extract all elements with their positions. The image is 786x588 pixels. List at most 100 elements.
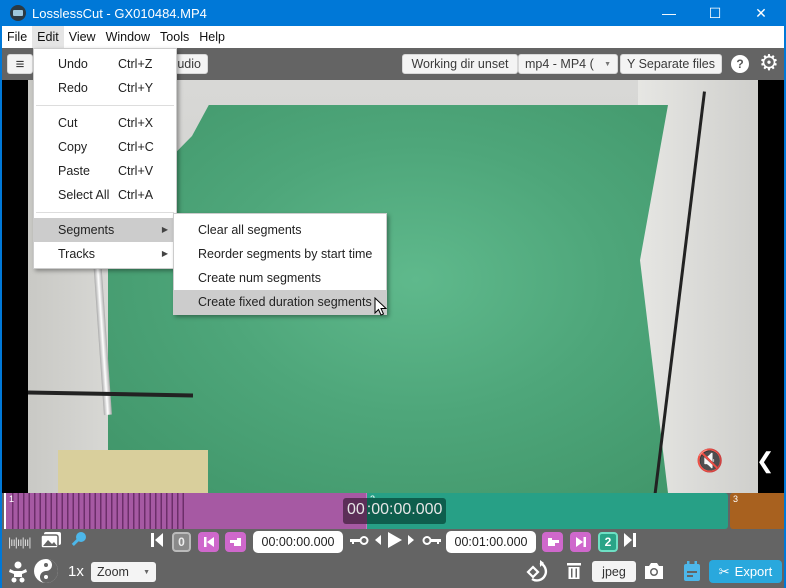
close-button[interactable]: ✕ — [738, 0, 784, 26]
mouse-cursor-icon — [374, 297, 388, 316]
window-title: LosslessCut - GX010484.MP4 — [32, 5, 207, 21]
menu-item-select-all[interactable]: Select All Ctrl+A — [34, 183, 176, 207]
chevron-down-icon: ▼ — [604, 60, 611, 68]
menu-item-segments[interactable]: Segments ▶ — [34, 218, 176, 242]
minimize-button[interactable]: — — [646, 0, 692, 26]
cut-start-time-input[interactable]: 00:00:00.000 — [253, 531, 343, 553]
keyframe-key-icon[interactable] — [69, 531, 87, 555]
output-format-value: mp4 - MP4 ( — [525, 57, 594, 71]
maximize-button[interactable]: ☐ — [692, 0, 738, 26]
jump-to-segment-end-button[interactable] — [570, 532, 591, 552]
zoom-select[interactable]: Zoom ▼ — [91, 562, 156, 582]
bottom-toolbar: 1x Zoom ▼ jpeg ✂ Export — [2, 556, 784, 588]
capture-format-select[interactable]: jpeg — [592, 561, 636, 582]
camera-icon[interactable] — [643, 562, 665, 586]
chevron-down-icon: ▼ — [143, 568, 150, 576]
current-time-display: 00:00:00.000 — [343, 498, 447, 524]
menu-item-label: Segments — [58, 223, 115, 237]
menu-item-label: Select All — [58, 188, 110, 202]
menu-window[interactable]: Window — [101, 26, 155, 48]
simple-mode-baby-icon[interactable] — [8, 561, 28, 588]
menu-file[interactable]: File — [2, 26, 32, 48]
menu-item-accelerator: Ctrl+Y — [118, 81, 154, 95]
menu-item-undo[interactable]: Undo Ctrl+Z — [34, 52, 176, 76]
menu-item-label: Undo — [58, 57, 88, 71]
set-cut-start-button[interactable] — [225, 532, 246, 552]
yin-yang-icon[interactable] — [33, 558, 59, 588]
previous-frame-icon[interactable] — [373, 531, 383, 555]
gear-icon[interactable]: ⚙ — [758, 52, 780, 74]
window-controls: — ☐ ✕ — [646, 0, 784, 26]
menu-bar: File Edit View Window Tools Help — [2, 26, 784, 48]
submenu-arrow-icon: ▶ — [161, 225, 168, 234]
play-icon[interactable] — [386, 530, 404, 556]
menu-item-label: Tracks — [58, 247, 96, 261]
menu-item-cut[interactable]: Cut Ctrl+X — [34, 111, 176, 135]
menu-separator — [36, 105, 174, 106]
menu-item-create-num-segments[interactable]: Create num segments — [174, 266, 386, 290]
menu-item-clear-all-segments[interactable]: Clear all segments — [174, 218, 386, 242]
menu-item-reorder-segments[interactable]: Reorder segments by start time — [174, 242, 386, 266]
export-button[interactable]: ✂ Export — [709, 560, 782, 583]
zoom-level: 1x — [68, 563, 84, 580]
menu-item-label: Cut — [58, 116, 78, 130]
thumbnails-icon[interactable] — [40, 531, 62, 549]
menu-item-create-fixed-duration-segments[interactable]: Create fixed duration segments — [174, 290, 386, 314]
working-dir-button[interactable]: Working dir unset — [402, 54, 518, 74]
keyframe-markers — [8, 493, 184, 529]
timeline[interactable]: 1 2 3 00:00:00.000 — [2, 493, 784, 530]
next-frame-icon[interactable] — [406, 531, 416, 555]
segment-list-toggle-button[interactable]: ≡ — [7, 54, 33, 74]
menu-view[interactable]: View — [64, 26, 101, 48]
timeline-segment-1[interactable]: 1 — [4, 493, 366, 529]
video-table — [58, 450, 208, 493]
jump-to-segment-start-button[interactable] — [198, 532, 219, 552]
segment-number: 3 — [733, 494, 739, 504]
mute-icon[interactable]: 🔇 — [696, 448, 723, 474]
menu-item-accelerator: Ctrl+C — [118, 140, 154, 154]
menu-item-accelerator: Ctrl+V — [118, 164, 154, 178]
trash-icon[interactable] — [566, 562, 582, 586]
menu-item-paste[interactable]: Paste Ctrl+V — [34, 159, 176, 183]
timeline-segment-3[interactable]: 3 — [730, 493, 784, 529]
menu-separator — [36, 212, 174, 213]
rotate-icon[interactable] — [526, 560, 550, 588]
menu-item-accelerator: Ctrl+Z — [118, 57, 153, 71]
waveform-icon[interactable]: |ıı|ıı|ıı| — [8, 532, 32, 552]
cut-end-time-input[interactable]: 00:01:00.000 — [446, 531, 536, 553]
menu-item-tracks[interactable]: Tracks ▶ — [34, 242, 176, 266]
next-keyframe-icon[interactable] — [422, 531, 442, 555]
jump-to-end-icon[interactable] — [623, 531, 637, 555]
menu-tools[interactable]: Tools — [155, 26, 194, 48]
previous-keyframe-icon[interactable] — [349, 531, 369, 555]
menu-item-label: Paste — [58, 164, 90, 178]
menu-item-label: Copy — [58, 140, 88, 154]
menu-item-copy[interactable]: Copy Ctrl+C — [34, 135, 176, 159]
app-logo-icon — [10, 5, 26, 21]
scissors-icon: ✂ — [718, 563, 730, 579]
menu-item-accelerator: Ctrl+A — [118, 188, 154, 202]
menu-item-label: Redo — [58, 81, 88, 95]
help-icon[interactable]: ? — [731, 55, 749, 73]
current-time-part-b: :00:00.000 — [366, 498, 447, 524]
current-segment-start-number[interactable]: 0 — [172, 532, 191, 552]
set-cut-end-button[interactable] — [542, 532, 563, 552]
playback-controls: |ıı|ıı|ıı| 0 00:00:00.000 00:01:00.000 2 — [2, 530, 784, 554]
hamburger-icon: ≡ — [15, 55, 25, 73]
submenu-arrow-icon: ▶ — [161, 249, 168, 258]
menu-item-redo[interactable]: Redo Ctrl+Y — [34, 76, 176, 100]
current-time-part-a: 00 — [343, 498, 367, 524]
segment-number: 1 — [9, 494, 15, 504]
export-label: Export — [734, 564, 773, 579]
calendar-icon[interactable] — [682, 560, 702, 588]
output-format-select[interactable]: mp4 - MP4 ( ▼ — [518, 54, 618, 74]
title-bar: LosslessCut - GX010484.MP4 — ☐ ✕ — [2, 0, 784, 26]
jump-to-start-icon[interactable] — [150, 531, 164, 555]
separate-files-button[interactable]: Y Separate files — [620, 54, 722, 74]
menu-edit[interactable]: Edit — [32, 26, 64, 48]
segments-submenu: Clear all segments Reorder segments by s… — [173, 213, 387, 315]
current-segment-end-number[interactable]: 2 — [598, 532, 618, 552]
chevron-left-icon[interactable]: ❮ — [756, 448, 774, 474]
app-window: LosslessCut - GX010484.MP4 — ☐ ✕ File Ed… — [0, 0, 786, 588]
menu-help[interactable]: Help — [194, 26, 230, 48]
